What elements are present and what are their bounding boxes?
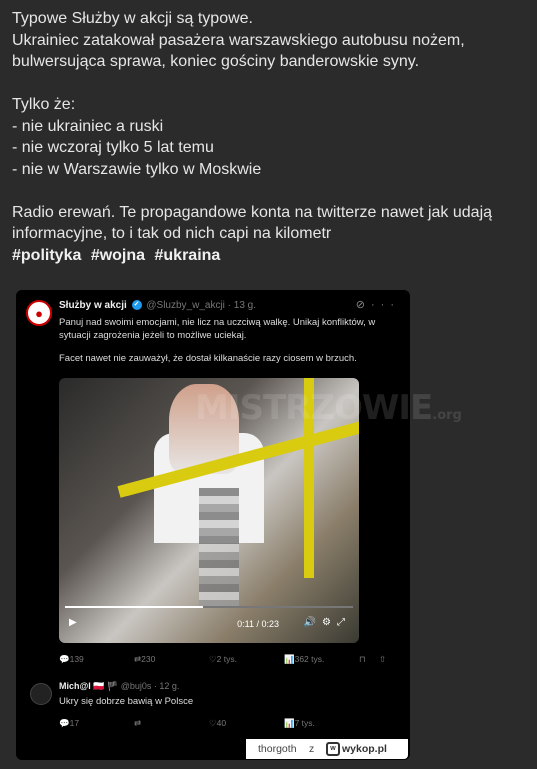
- tweet-video[interactable]: ▶ 0:11 / 0:23 🔊⚙⤢: [59, 378, 359, 643]
- post-line: Ukrainiec zatakował pasażera warszawskie…: [12, 31, 465, 49]
- post-line: Radio erewań. Te propagandowe konta na t…: [12, 203, 493, 221]
- retweet-count[interactable]: ⇄ 230: [134, 654, 155, 665]
- post-list-item: - nie wczoraj tylko 5 lat temu: [12, 139, 214, 156]
- post-line: bulwersująca sprawa, koniec gościny band…: [12, 53, 420, 70]
- video-icons: 🔊⚙⤢: [304, 617, 351, 628]
- reply-avatar[interactable]: [30, 683, 52, 705]
- verified-icon: ✓: [131, 300, 142, 311]
- tweet-text-2: Facet nawet nie zauważył, że dostał kilk…: [59, 353, 357, 364]
- reply-retweet-count[interactable]: ⇄: [134, 718, 141, 729]
- video-pixelated-area: [199, 488, 239, 608]
- footer-z: z: [309, 743, 315, 755]
- view-count[interactable]: 📊 362 tys.: [284, 654, 324, 665]
- reply-author-name[interactable]: Mich@l 🇵🇱 🏴: [59, 681, 118, 691]
- reply-text: Ukry się dobrze bawią w Polsce: [59, 696, 194, 707]
- grok-icon[interactable]: ⊘: [356, 299, 371, 311]
- source-footer: thorgoth z w wykop.pl: [246, 739, 408, 759]
- video-controls: ▶ 0:11 / 0:23 🔊⚙⤢: [59, 617, 359, 633]
- tag-link[interactable]: #polityka: [12, 247, 81, 264]
- post-line: informacyjne, to i tak od nich capi na k…: [12, 225, 332, 242]
- post-list-intro: Tylko że:: [12, 96, 76, 113]
- post-body: Typowe Służby w akcji są typowe. Ukraini…: [12, 8, 532, 266]
- video-pole: [304, 378, 314, 578]
- settings-icon[interactable]: ⚙: [322, 617, 337, 628]
- post-list-item: - nie ukrainiec a ruski: [12, 117, 164, 135]
- post-line: Typowe Służby w akcji są typowe.: [12, 10, 253, 27]
- tweet-actions: ⊘···: [356, 298, 400, 311]
- tweet-handle: @Sluzby_w_akcji · 13 g.: [146, 300, 257, 311]
- volume-icon[interactable]: 🔊: [304, 617, 322, 628]
- tweet-metrics: 💬 139 ⇄ 230 ♡ 2 tys. 📊 362 tys. ⊓ ⇧: [59, 654, 399, 668]
- fullscreen-icon[interactable]: ⤢: [337, 617, 351, 628]
- embedded-screenshot[interactable]: ● Służby w akcji ✓ @Sluzby_w_akcji · 13 …: [16, 290, 410, 760]
- reply-metrics: 💬 17 ⇄ ♡ 40 📊 7 tys.: [59, 718, 399, 732]
- tag-link[interactable]: #ukraina: [155, 247, 221, 264]
- more-icon[interactable]: ···: [371, 299, 400, 311]
- footer-user[interactable]: thorgoth: [258, 739, 297, 759]
- reply-count[interactable]: 💬 139: [59, 654, 84, 665]
- reply-like-count[interactable]: ♡ 40: [209, 718, 226, 729]
- bookmark-icon[interactable]: ⊓: [359, 654, 366, 665]
- video-progress-bar[interactable]: [65, 606, 353, 608]
- video-time: 0:11 / 0:23: [237, 619, 279, 629]
- reply-view-count[interactable]: 📊 7 tys.: [284, 718, 315, 729]
- tweet-text: Panuj nad swoimi emocjami, nie licz na u…: [59, 317, 376, 341]
- play-icon[interactable]: ▶: [69, 617, 77, 628]
- video-progress-fill: [65, 606, 204, 608]
- post-tags: #polityka #wojna #ukraina: [12, 245, 532, 267]
- share-icon[interactable]: ⇧: [379, 654, 386, 665]
- post-list-item: - nie w Warszawie tylko w Moskwie: [12, 160, 262, 178]
- tag-link[interactable]: #wojna: [91, 247, 145, 264]
- tweet-avatar[interactable]: ●: [26, 300, 52, 326]
- tweet-author-name[interactable]: Służby w akcji: [59, 300, 127, 311]
- like-count[interactable]: ♡ 2 tys.: [209, 654, 237, 665]
- wykop-icon: w: [326, 742, 340, 757]
- reply-handle: @buj0s · 12 g.: [120, 681, 180, 691]
- wykop-logo[interactable]: w wykop.pl: [326, 739, 387, 759]
- tweet-author: Służby w akcji ✓ @Sluzby_w_akcji · 13 g.: [59, 300, 256, 311]
- reply-reply-count[interactable]: 💬 17: [59, 718, 79, 729]
- reply-author: Mich@l 🇵🇱 🏴 @buj0s · 12 g.: [59, 681, 179, 692]
